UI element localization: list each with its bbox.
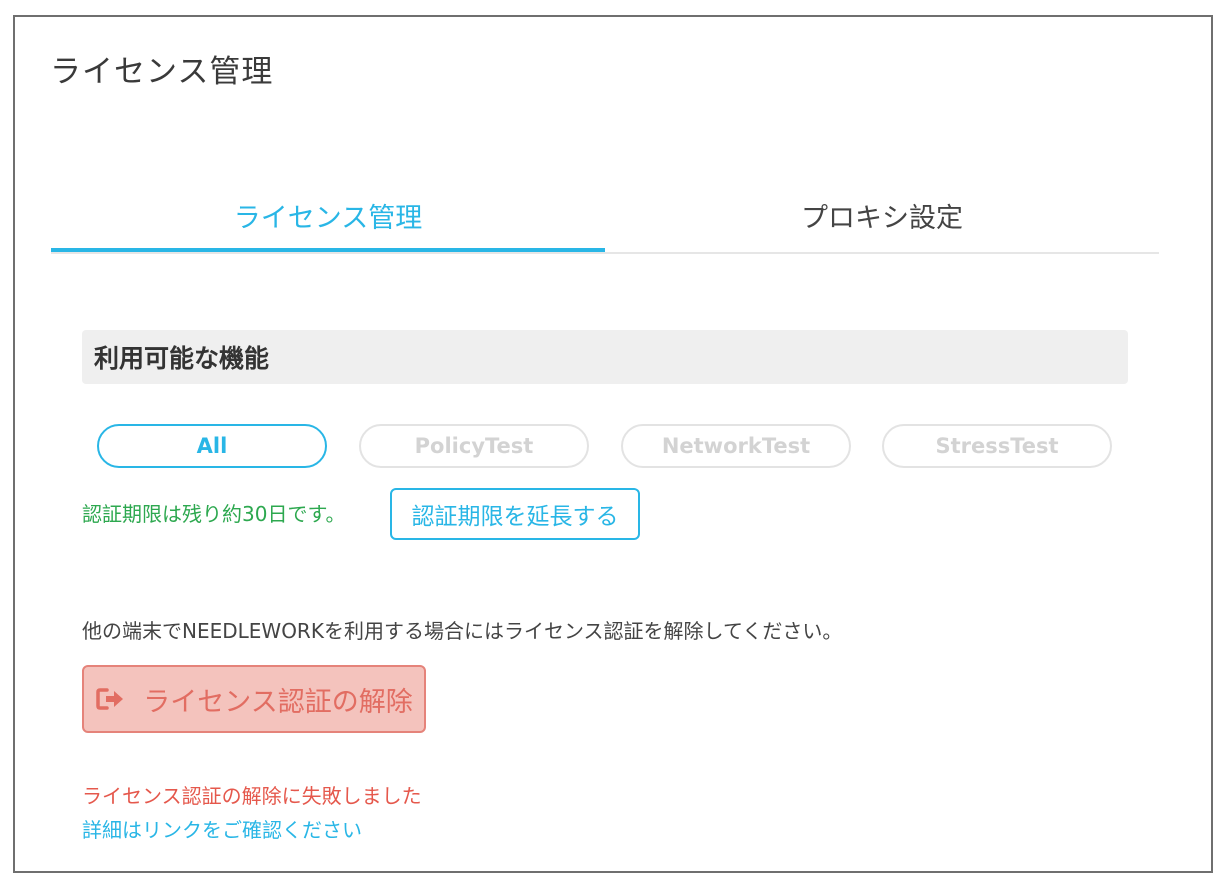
features-section-title: 利用可能な機能 [94, 344, 270, 373]
expiry-status-text: 認証期限は残り約30日です。 [82, 502, 346, 526]
features-section-header: 利用可能な機能 [82, 330, 1128, 384]
extend-expiry-button[interactable]: 認証期限を延長する [390, 488, 640, 540]
tab-bar: ライセンス管理 プロキシ設定 [51, 180, 1159, 254]
filter-all[interactable]: All [97, 424, 327, 468]
filter-networktest[interactable]: NetworkTest [621, 424, 851, 468]
release-license-button[interactable]: ライセンス認証の解除 [82, 665, 426, 733]
filter-stresstest[interactable]: StressTest [882, 424, 1112, 468]
page-title: ライセンス管理 [50, 54, 274, 90]
tab-license-management[interactable]: ライセンス管理 [51, 180, 605, 252]
detail-link[interactable]: 詳細はリンクをご確認ください [82, 814, 362, 843]
release-error-message: ライセンス認証の解除に失敗しました [82, 784, 422, 808]
filter-policytest[interactable]: PolicyTest [359, 424, 589, 468]
release-button-label: ライセンス認証の解除 [143, 686, 413, 718]
tab-proxy-settings[interactable]: プロキシ設定 [605, 180, 1159, 250]
release-info-text: 他の端末でNEEDLEWORKを利用する場合にはライセンス認証を解除してください… [82, 619, 843, 643]
sign-out-icon [95, 687, 125, 711]
